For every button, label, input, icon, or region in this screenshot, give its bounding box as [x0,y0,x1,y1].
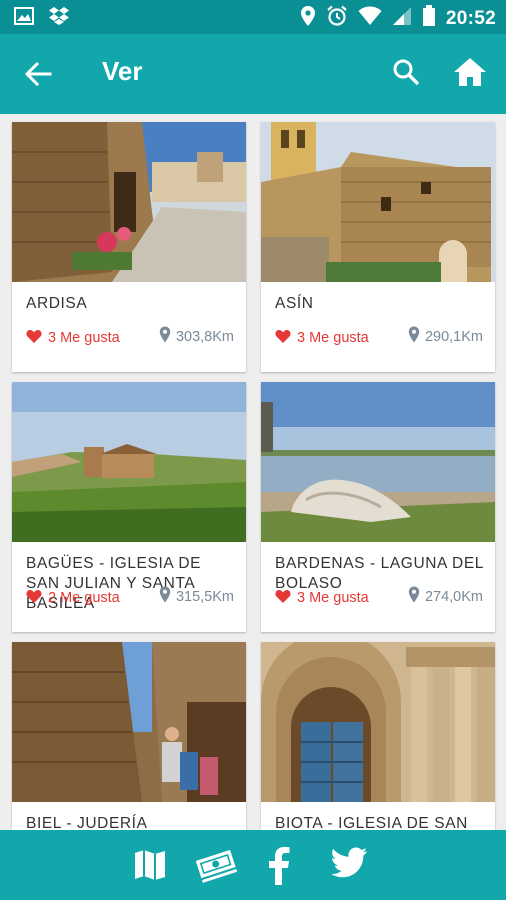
money-icon[interactable] [194,847,238,888]
place-card-biota[interactable]: BIOTA - IGLESIA DE SAN [261,642,495,830]
place-photo [12,122,246,282]
likes[interactable]: 3 Me gusta [26,329,120,347]
place-photo [12,642,246,802]
place-photo [261,122,495,282]
likes[interactable]: 3 Me gusta [275,329,369,347]
likes-count: 3 Me gusta [48,330,120,346]
place-card-ardisa[interactable]: ARDISA 3 Me gusta 303,8Km [12,122,246,372]
alarm-icon [326,5,348,32]
facebook-icon[interactable] [268,847,290,890]
distance-value: 290,1Km [424,328,483,345]
location-pin-icon [159,586,171,607]
distance-value: 315,5Km [175,588,234,605]
search-icon[interactable] [390,56,422,88]
location-pin-icon [408,326,420,347]
place-name: BIOTA - IGLESIA DE SAN [275,815,468,830]
wifi-icon [358,6,382,31]
twitter-icon[interactable] [331,847,368,884]
heart-icon [275,329,291,347]
location-pin-icon [159,326,171,347]
app-bar: Ver [0,34,506,114]
heart-icon [275,589,291,607]
likes-count: 3 Me gusta [297,330,369,346]
distance: 290,1Km [408,326,483,347]
distance-value: 274,0Km [424,588,483,605]
image-icon [14,6,34,31]
bottom-navigation [0,830,506,900]
distance: 303,8Km [159,326,234,347]
home-icon[interactable] [452,54,488,90]
distance: 274,0Km [408,586,483,607]
likes[interactable]: 3 Me gusta [275,589,369,607]
place-card-bardenas[interactable]: BARDENAS - LAGUNA DEL BOLASO 3 Me gusta … [261,382,495,632]
page-title: Ver [102,56,143,86]
clock-time: 20:52 [445,7,496,29]
place-card-asin[interactable]: ASÍN 3 Me gusta 290,1Km [261,122,495,372]
place-photo [261,642,495,802]
place-name: BIEL - JUDERÍA [26,815,148,830]
likes[interactable]: 2 Me gusta [26,589,120,607]
place-card-bagues[interactable]: BAGÜES - IGLESIA DE SAN JULIAN Y SANTA B… [12,382,246,632]
place-photo [261,382,495,542]
distance-value: 303,8Km [175,328,234,345]
signal-icon [392,6,412,31]
heart-icon [26,329,42,347]
places-grid: ARDISA 3 Me gusta 303,8Km ASÍN 3 Me gust… [0,114,506,830]
location-icon [300,5,316,32]
place-photo [12,382,246,542]
place-card-biel[interactable]: BIEL - JUDERÍA [12,642,246,830]
status-bar: 20:52 [0,0,506,34]
map-icon[interactable] [133,847,167,888]
distance: 315,5Km [159,586,234,607]
battery-icon [422,5,436,32]
location-pin-icon [408,586,420,607]
likes-count: 3 Me gusta [297,590,369,606]
dropbox-icon [48,6,70,31]
heart-icon [26,589,42,607]
arrow-back-icon[interactable] [22,58,54,90]
likes-count: 2 Me gusta [48,590,120,606]
place-name: ARDISA [26,295,88,312]
place-name: ASÍN [275,295,314,312]
